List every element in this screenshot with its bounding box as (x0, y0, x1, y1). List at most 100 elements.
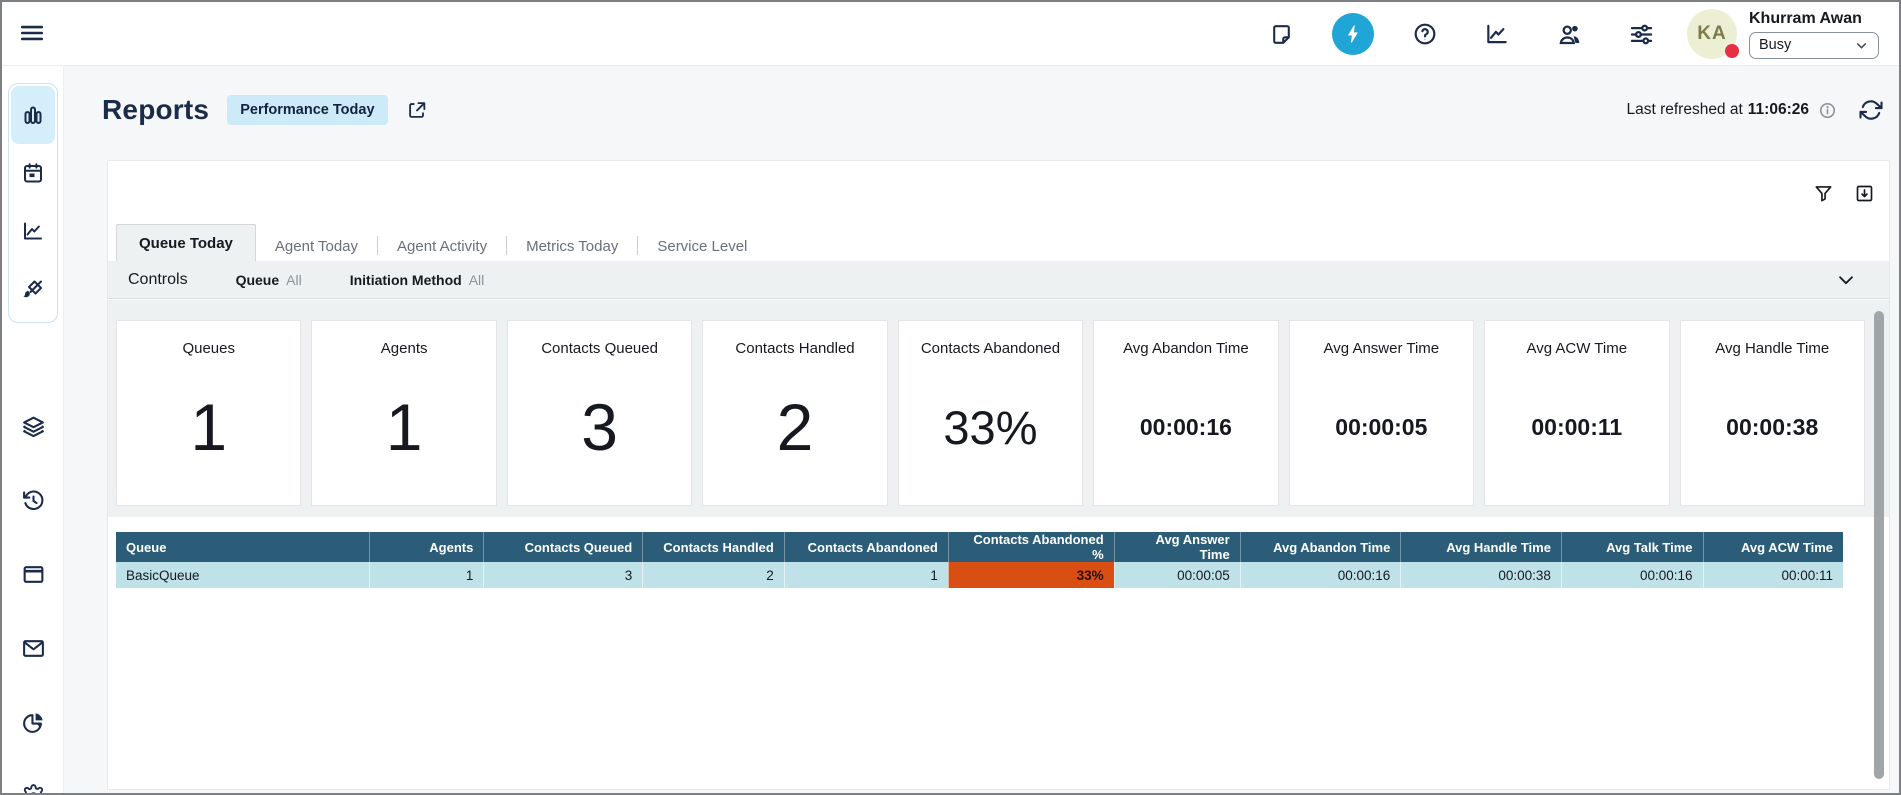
cell-avg-abandon-time: 00:00:16 (1240, 562, 1401, 588)
col-avg-talk-time: Avg Talk Time (1561, 532, 1703, 562)
refresh-button[interactable] (1859, 98, 1883, 122)
tab-queue-today[interactable]: Queue Today (116, 224, 256, 261)
notes-button[interactable] (1245, 22, 1317, 47)
metric-label: Contacts Queued (541, 340, 658, 357)
status-value: Busy (1759, 37, 1791, 53)
table-header-row: Queue Agents Contacts Queued Contacts Ha… (116, 532, 1843, 562)
sidebar-item-metrics[interactable] (11, 202, 55, 260)
refresh-icon (1859, 98, 1883, 122)
sidebar-item-design[interactable] (11, 260, 55, 318)
sidebar-item-window[interactable] (21, 562, 46, 586)
col-contacts-handled: Contacts Handled (643, 532, 785, 562)
metric-value: 33% (943, 357, 1037, 505)
sidebar-item-dashboard[interactable] (11, 86, 55, 144)
sidebar-item-mail[interactable] (21, 636, 46, 660)
cell-contacts-abandoned: 1 (784, 562, 948, 588)
col-contacts-abandoned-pct: Contacts Abandoned % (948, 532, 1114, 562)
metric-label: Agents (381, 340, 428, 357)
sidebar-item-history[interactable] (21, 488, 46, 512)
top-bar: KA Khurram Awan Busy (2, 2, 1899, 66)
app-window: KA Khurram Awan Busy (0, 0, 1901, 795)
metrics-chart-icon (1484, 21, 1510, 47)
metrics-button[interactable] (1461, 21, 1533, 47)
metric-card-queues: Queues 1 (116, 320, 301, 506)
tab-agent-today[interactable]: Agent Today (256, 231, 377, 261)
summary-cards-section: Queues 1 Agents 1 Contacts Queued 3 Cont… (108, 300, 1889, 517)
chevron-down-icon (1835, 269, 1857, 291)
metric-label: Contacts Handled (735, 340, 854, 357)
table-row: BasicQueue 1 3 2 1 33% 00:00:05 00:00:16… (116, 562, 1843, 588)
download-button[interactable] (1854, 183, 1875, 204)
notes-icon (1269, 22, 1294, 47)
tab-service-level[interactable]: Service Level (638, 231, 766, 261)
cell-queue: BasicQueue (116, 562, 370, 588)
filter-button[interactable] (1813, 183, 1834, 204)
sidebar-item-schedule[interactable] (11, 144, 55, 202)
status-select[interactable]: Busy (1749, 32, 1879, 59)
hamburger-menu-button[interactable] (15, 16, 49, 50)
help-button[interactable] (1389, 21, 1461, 47)
layers-icon (21, 414, 46, 439)
metric-value: 00:00:05 (1335, 357, 1427, 505)
metric-value: 1 (386, 357, 423, 505)
metric-label: Queues (182, 340, 235, 357)
hamburger-icon (19, 20, 45, 46)
metric-card-contacts-handled: Contacts Handled 2 (702, 320, 887, 506)
info-button[interactable] (1818, 101, 1837, 120)
tab-agent-activity[interactable]: Agent Activity (378, 231, 506, 261)
tab-metrics-today[interactable]: Metrics Today (507, 231, 637, 261)
metric-value: 2 (777, 357, 814, 505)
metric-value: 00:00:11 (1531, 357, 1622, 505)
sidebar-item-pie-reports[interactable] (21, 710, 46, 734)
metric-label: Avg Handle Time (1715, 340, 1829, 357)
metric-value: 00:00:38 (1726, 357, 1818, 505)
info-icon (1818, 101, 1837, 120)
initiation-method-value: All (469, 272, 485, 288)
history-clock-icon (21, 488, 46, 513)
sidebar-item-settings[interactable] (21, 784, 46, 795)
quick-connects-button[interactable] (1317, 13, 1389, 55)
settings-sliders-button[interactable] (1605, 21, 1677, 48)
brush-pencil-icon (21, 277, 45, 301)
open-external-button[interactable] (406, 99, 428, 121)
metric-card-contacts-queued: Contacts Queued 3 (507, 320, 692, 506)
cell-contacts-abandoned-pct: 33% (948, 562, 1114, 588)
vertical-scrollbar (1873, 309, 1885, 775)
queue-filter-value: All (286, 272, 302, 288)
contacts-button[interactable] (1533, 21, 1605, 48)
line-chart-icon (21, 219, 45, 243)
metric-value: 00:00:16 (1140, 357, 1232, 505)
queue-filter[interactable]: Queue All (236, 272, 302, 288)
col-queue: Queue (116, 532, 370, 562)
last-refreshed-label: Last refreshed at (1626, 101, 1742, 119)
cell-avg-talk-time: 00:00:16 (1561, 562, 1703, 588)
report-badge: Performance Today (227, 95, 387, 125)
status-dot (1725, 44, 1739, 58)
last-refreshed: Last refreshed at 11:06:26 (1626, 98, 1883, 122)
metric-label: Avg Answer Time (1324, 340, 1440, 357)
cell-avg-handle-time: 00:00:38 (1401, 562, 1562, 588)
reports-header: Reports Performance Today Last refreshed… (102, 84, 1883, 136)
metric-card-avg-abandon-time: Avg Abandon Time 00:00:16 (1093, 320, 1278, 506)
queue-metrics-table: Queue Agents Contacts Queued Contacts Ha… (116, 532, 1843, 588)
topbar-actions: KA Khurram Awan Busy (1245, 2, 1891, 66)
bar-chart-icon (21, 103, 45, 127)
initiation-method-label: Initiation Method (350, 272, 462, 288)
user-block: Khurram Awan Busy (1749, 10, 1891, 59)
metric-card-avg-handle-time: Avg Handle Time 00:00:38 (1680, 320, 1865, 506)
initiation-method-filter[interactable]: Initiation Method All (350, 272, 485, 288)
col-agents: Agents (370, 532, 484, 562)
controls-collapse-button[interactable] (1835, 269, 1857, 291)
controls-bar: Controls Queue All Initiation Method All (108, 261, 1889, 299)
scrollbar-thumb[interactable] (1874, 311, 1884, 779)
user-avatar[interactable]: KA (1687, 9, 1737, 59)
metric-value: 3 (581, 357, 618, 505)
metric-label: Avg Abandon Time (1123, 340, 1249, 357)
controls-title: Controls (128, 271, 188, 289)
summary-cards: Queues 1 Agents 1 Contacts Queued 3 Cont… (116, 320, 1865, 506)
metric-label: Contacts Abandoned (921, 340, 1060, 357)
sidebar-item-layers[interactable] (21, 414, 46, 438)
col-avg-answer-time: Avg Answer Time (1114, 532, 1240, 562)
queue-filter-label: Queue (236, 272, 280, 288)
cell-agents: 1 (370, 562, 484, 588)
